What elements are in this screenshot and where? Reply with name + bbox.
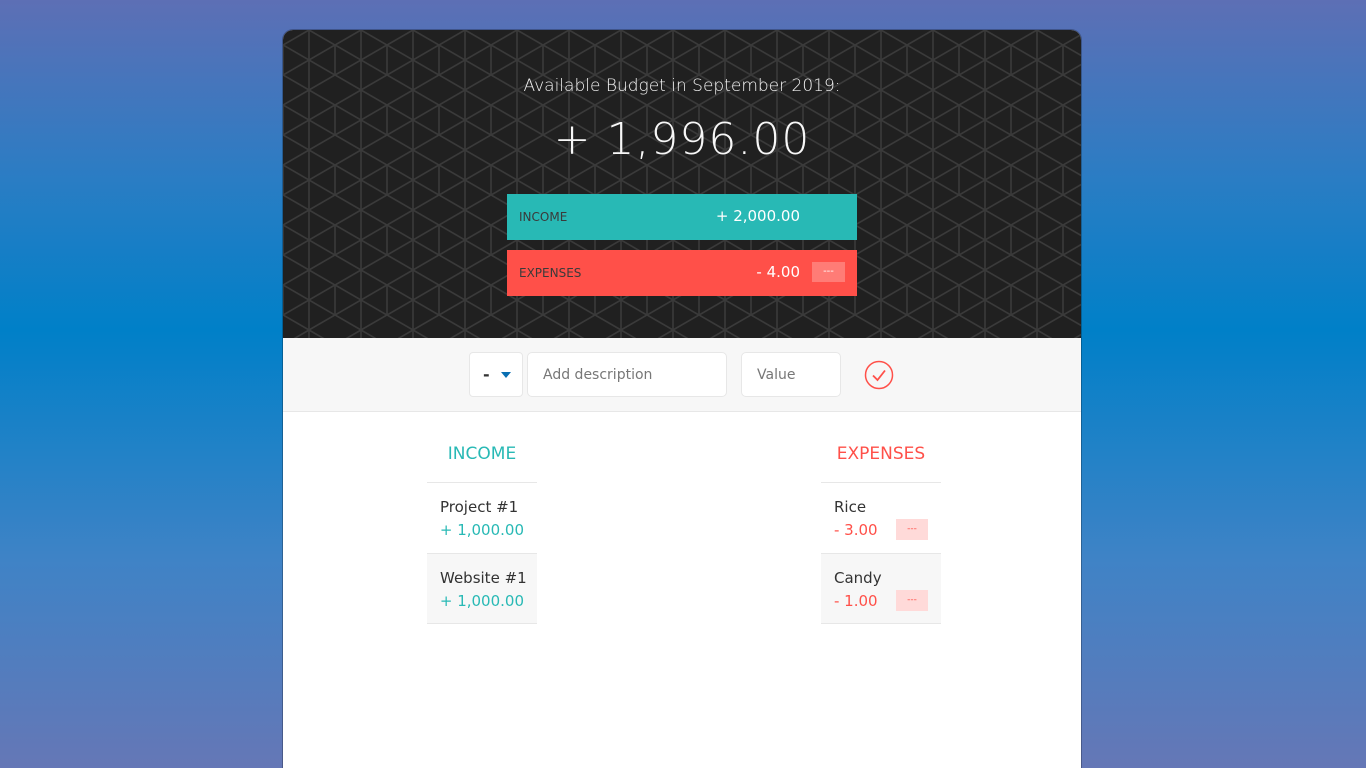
income-summary-value: + 2,000.00 — [715, 207, 800, 225]
expenses-percentage-badge: --- — [812, 262, 845, 282]
expenses-list: EXPENSES Rice - 3.00 --- Candy - 1.00 --… — [821, 430, 941, 624]
income-item[interactable]: Website #1 + 1,000.00 — [427, 553, 537, 624]
expense-item-description: Candy — [834, 569, 882, 587]
income-item-value: + 1,000.00 — [439, 592, 524, 610]
income-item-value: + 1,000.00 — [439, 521, 524, 539]
income-item[interactable]: Project #1 + 1,000.00 — [427, 482, 537, 553]
chevron-down-icon — [501, 372, 511, 378]
budget-app: Available Budget in September 2019: + 1,… — [283, 30, 1081, 768]
expense-item[interactable]: Rice - 3.00 --- — [821, 482, 941, 553]
income-item-description: Website #1 — [440, 569, 527, 587]
expense-percentage-badge: --- — [896, 590, 928, 611]
budget-value: + 1,996.00 — [553, 114, 811, 165]
income-summary-label: Income — [519, 210, 568, 224]
expense-item[interactable]: Candy - 1.00 --- — [821, 553, 941, 624]
expenses-list-title: EXPENSES — [836, 444, 926, 464]
add-item-form: - — [283, 338, 1081, 412]
expenses-summary-label: Expenses — [519, 266, 582, 280]
income-list: INCOME Project #1 + 1,000.00 Website #1 … — [427, 430, 537, 624]
description-input[interactable] — [527, 352, 727, 397]
type-select-value: - — [483, 365, 490, 384]
expense-item-value: - 3.00 — [834, 521, 878, 539]
budget-title: Available Budget in September 2019: — [523, 76, 841, 96]
expense-item-description: Rice — [834, 498, 867, 516]
expenses-summary: Expenses - 4.00 --- — [507, 250, 857, 296]
type-select[interactable]: - — [469, 352, 523, 397]
expenses-summary-value: - 4.00 — [756, 263, 800, 281]
income-list-title: INCOME — [447, 444, 517, 464]
income-summary: Income + 2,000.00 — [507, 194, 857, 240]
income-item-description: Project #1 — [440, 498, 519, 516]
expense-percentage-badge: --- — [896, 519, 928, 540]
value-input[interactable] — [741, 352, 841, 397]
budget-header: Available Budget in September 2019: + 1,… — [283, 30, 1081, 338]
expense-item-value: - 1.00 — [834, 592, 878, 610]
checkmark-icon[interactable] — [864, 360, 894, 390]
